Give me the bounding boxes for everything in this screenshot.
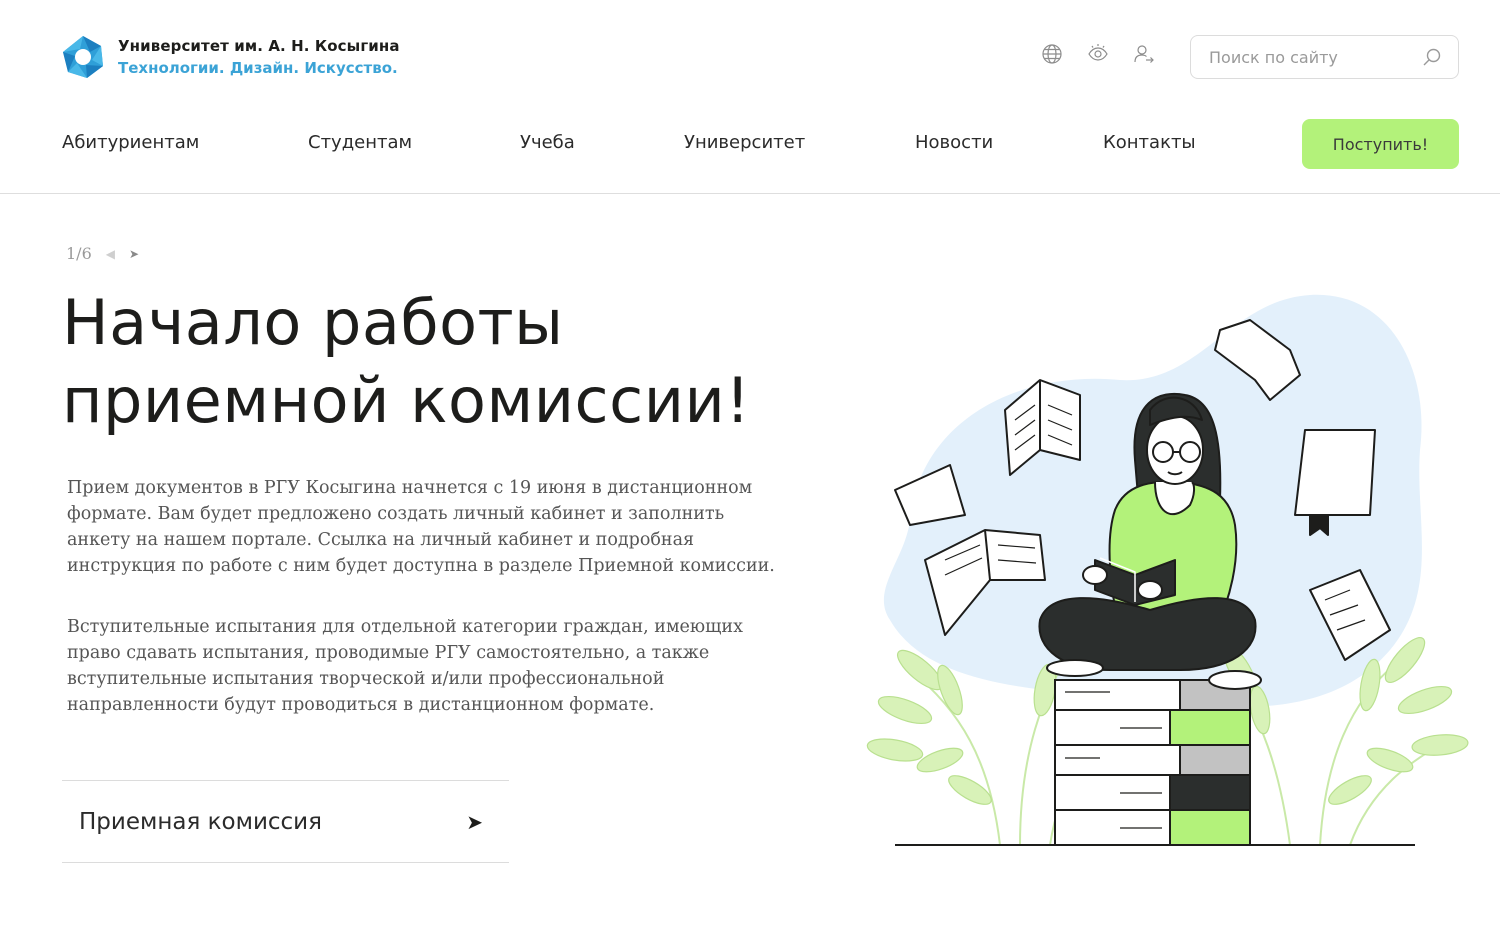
enroll-button[interactable]: Поступить! [1302,119,1459,169]
globe-icon[interactable] [1040,42,1064,66]
university-logo-icon [63,36,103,78]
admissions-link-label: Приемная комиссия [79,808,322,835]
nav-item-students[interactable]: Студентам [308,132,412,153]
nav-item-news[interactable]: Новости [915,132,993,153]
slide-counter: 1/6 [66,244,92,263]
main-nav: Абитуриентам Студентам Учеба Университет… [62,118,1459,170]
page-title: Начало работы приемной комиссии! [62,284,822,440]
nav-item-contacts[interactable]: Контакты [1103,132,1196,153]
title-line-1: Начало работы [62,286,564,359]
user-login-icon[interactable] [1132,42,1156,66]
woman-reading-illustration [866,294,1469,846]
search-box[interactable] [1190,35,1459,79]
arrow-right-icon: ➤ [466,809,483,834]
logo[interactable]: Университет им. А. Н. Косыгина Технологи… [60,34,400,80]
nav-item-university[interactable]: Университет [684,132,805,153]
utility-icons [1040,42,1156,66]
admissions-link[interactable]: Приемная комиссия ➤ [62,780,509,863]
nav-item-study[interactable]: Учеба [520,132,575,153]
title-line-2: приемной комиссии! [62,364,751,437]
nav-item-applicants[interactable]: Абитуриентам [62,132,199,153]
arrow-left-icon[interactable]: ◀ [106,248,115,260]
slider-controls: 1/6 ◀ ➤ [66,244,139,263]
header-divider [0,193,1500,194]
search-icon[interactable] [1422,47,1442,67]
arrow-right-icon[interactable]: ➤ [129,248,139,260]
search-input[interactable] [1209,47,1422,67]
intro-paragraph: Прием документов в РГУ Косыгина начнется… [67,478,775,576]
logo-title: Университет им. А. Н. Косыгина [118,37,400,55]
exams-paragraph: Вступительные испытания для отдельной ка… [67,617,743,715]
eye-icon[interactable] [1086,42,1110,66]
logo-subtitle: Технологии. Дизайн. Искусство. [118,59,398,77]
